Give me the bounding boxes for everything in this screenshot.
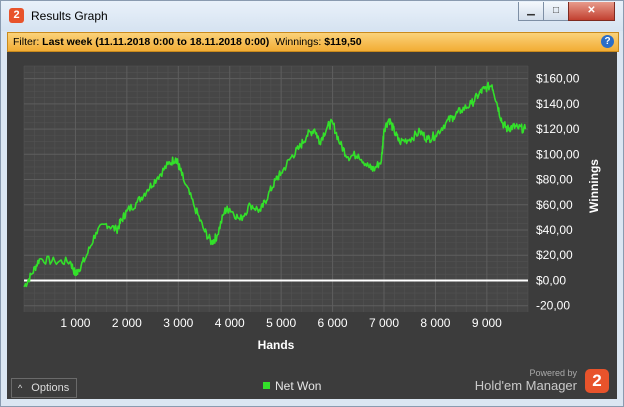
filter-period: Last week (11.11.2018 0:00 to 18.11.2018… <box>42 36 270 48</box>
net-won-line <box>23 81 527 288</box>
legend-swatch <box>263 382 270 389</box>
window-title: Results Graph <box>31 9 108 23</box>
x-tick-label: 9 000 <box>472 316 502 330</box>
x-tick-label: 3 000 <box>163 316 193 330</box>
filter-label: Filter: <box>13 36 40 48</box>
y-tick-label: $120,00 <box>536 122 580 136</box>
options-button[interactable]: ^ Options <box>11 378 77 398</box>
powered-by-brand: Powered by Hold'em Manager 2 <box>471 366 611 398</box>
x-tick-label: 2 000 <box>112 316 142 330</box>
x-tick-label: 5 000 <box>266 316 296 330</box>
graph-panel: 1 000 2 000 3 000 4 000 5 000 6 000 7 000 8 000… <box>7 52 617 399</box>
options-label: Options <box>31 382 70 394</box>
y-tick-label: $80,00 <box>536 173 573 187</box>
y-tick-label: $100,00 <box>536 147 580 161</box>
winnings-label: Winnings: <box>275 36 322 48</box>
x-tick-label: 4 000 <box>215 316 245 330</box>
x-tick-label: 6 000 <box>318 316 348 330</box>
chart-legend: Net Won <box>263 378 321 394</box>
title-bar[interactable]: 2 Results Graph ▁ □ ✕ <box>1 1 623 31</box>
y-tick-label: $140,00 <box>536 97 580 111</box>
maximize-button[interactable]: □ <box>543 2 569 21</box>
options-caret-icon: ^ <box>18 383 23 393</box>
close-button[interactable]: ✕ <box>568 2 615 21</box>
legend-item-net-won: Net Won <box>275 379 322 393</box>
x-tick-label: 7 000 <box>369 316 399 330</box>
y-tick-label: $160,00 <box>536 72 580 86</box>
x-tick-label: 1 000 <box>60 316 90 330</box>
filter-bar[interactable]: Filter: Last week (11.11.2018 0:00 to 18… <box>7 32 619 52</box>
results-chart: 1 000 2 000 3 000 4 000 5 000 6 000 7 000 8 000… <box>23 65 601 352</box>
app-logo-icon: 2 <box>9 8 24 23</box>
powered-by-text: Powered by <box>529 368 577 378</box>
y-tick-label: $20,00 <box>536 248 573 262</box>
winnings-value: $119,50 <box>324 36 362 48</box>
y-axis-label: Winnings <box>587 159 601 213</box>
x-tick-label: 8 000 <box>420 316 450 330</box>
y-tick-label: $40,00 <box>536 223 573 237</box>
x-axis-label: Hands <box>258 338 295 352</box>
hm2-logo-icon: 2 <box>585 369 609 393</box>
y-tick-label: $60,00 <box>536 198 573 212</box>
y-tick-label: $0,00 <box>536 273 566 287</box>
help-icon[interactable]: ? <box>601 35 614 48</box>
brand-name: Hold'em Manager <box>474 378 577 393</box>
y-tick-label: -20,00 <box>536 299 570 313</box>
minimize-button[interactable]: ▁ <box>518 2 544 21</box>
results-graph-window: 2 Results Graph ▁ □ ✕ Filter: Last week … <box>0 0 624 407</box>
